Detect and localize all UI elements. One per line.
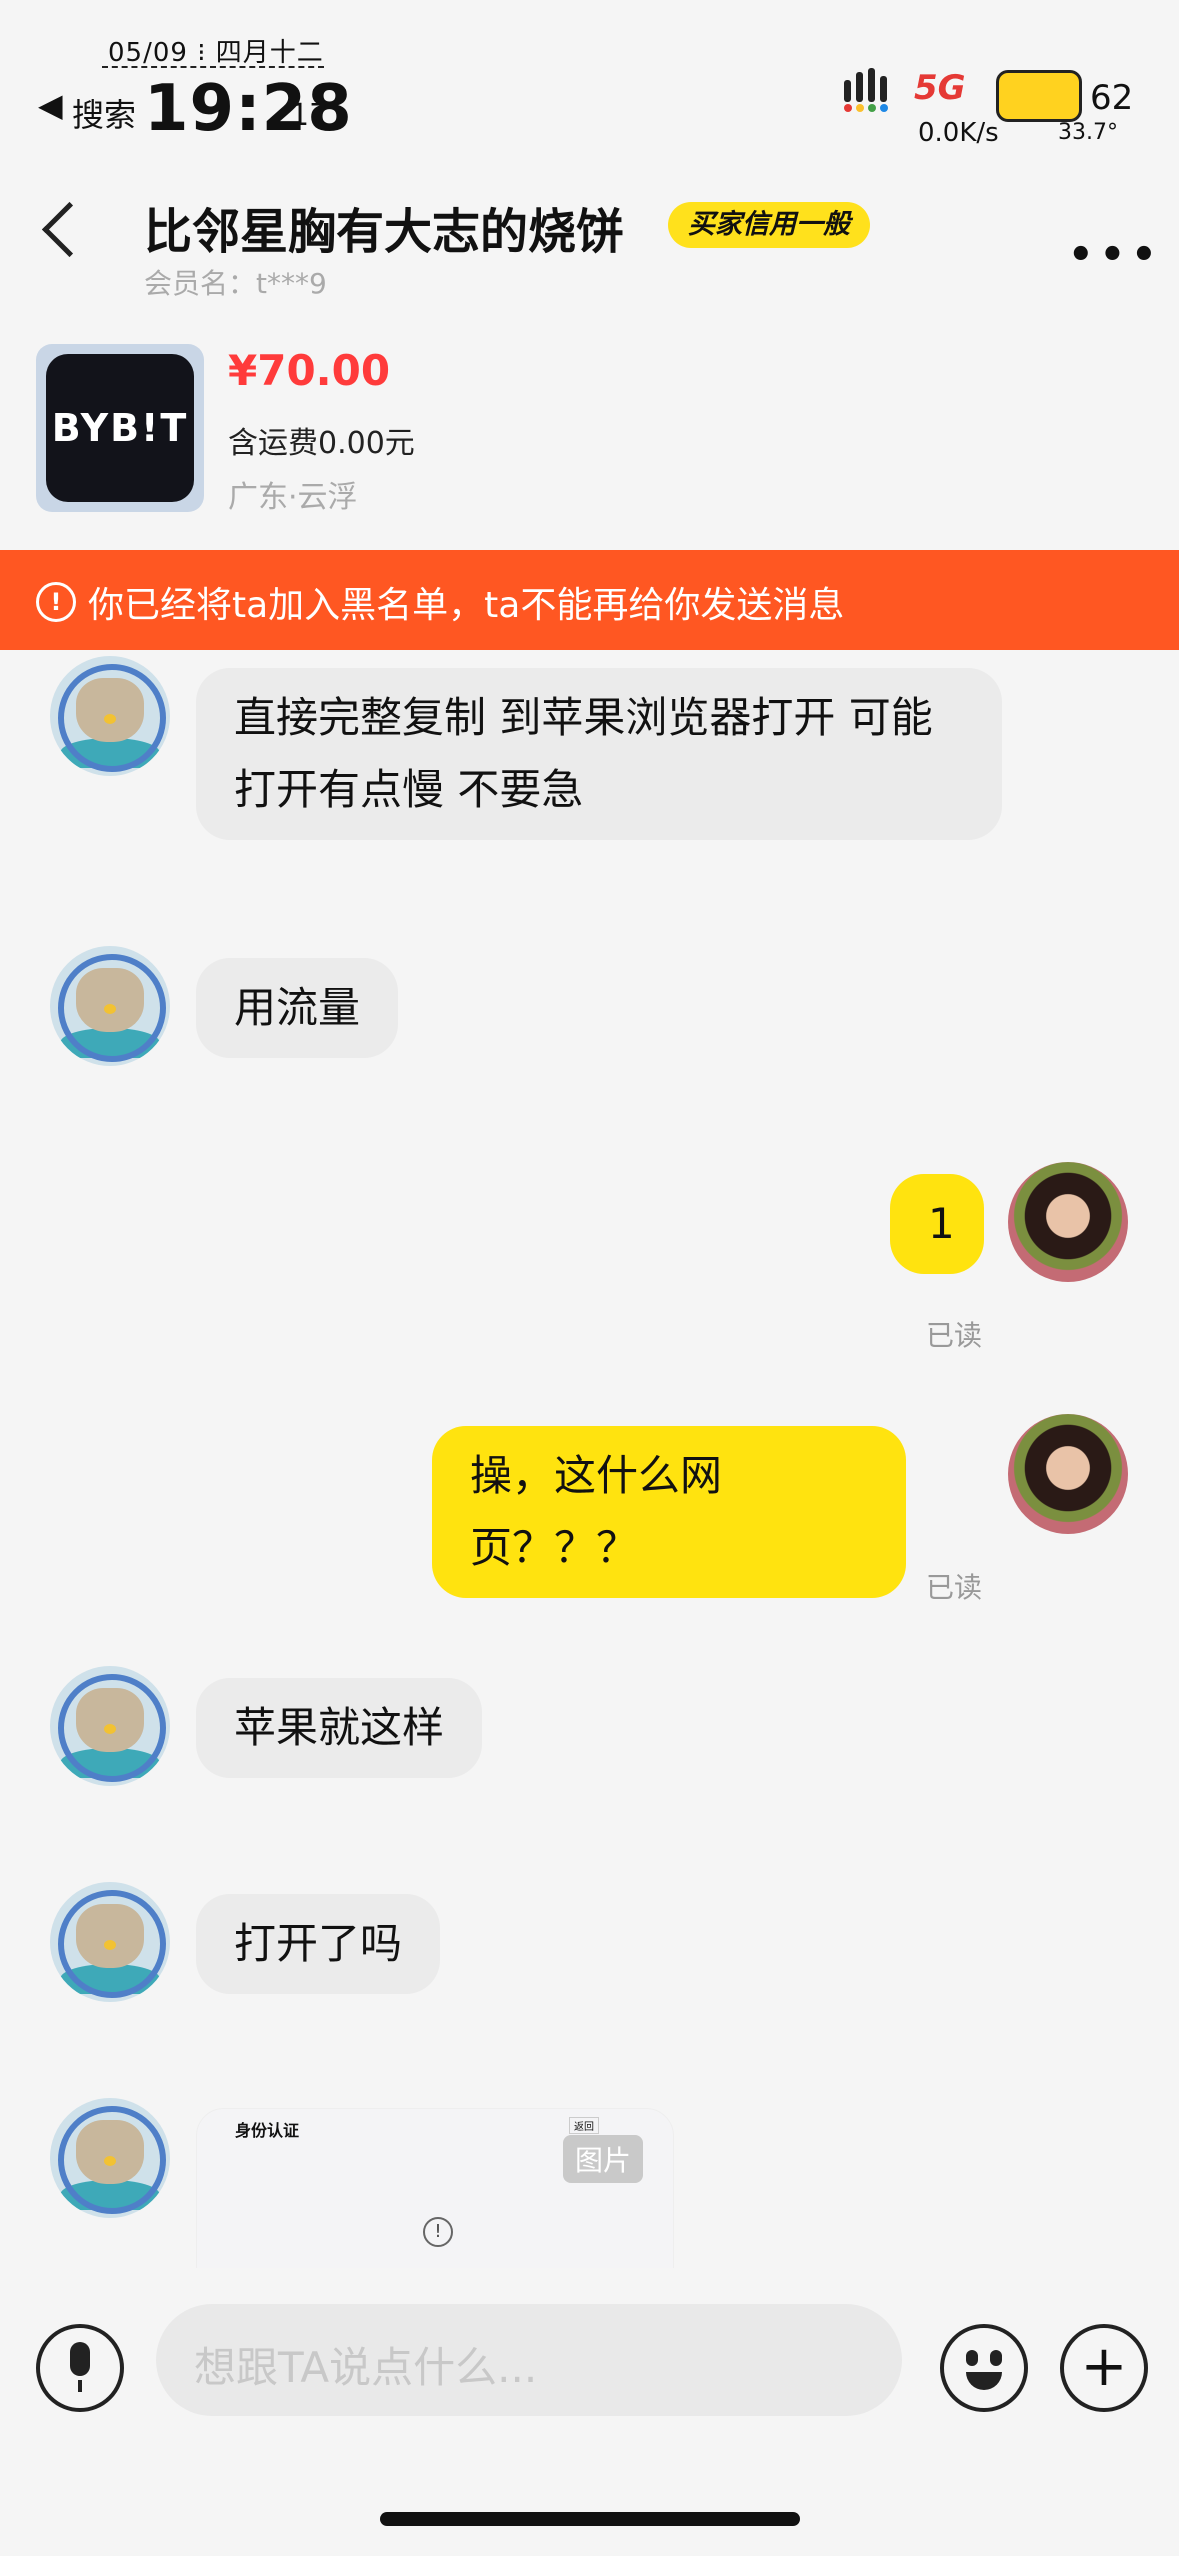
product-shipping: 含运费0.00元 [228,426,415,461]
status-date: 05/09 ⁝ 四月十二 [108,38,324,68]
product-price: ¥70.00 [228,346,391,395]
message-bubble-mine[interactable]: 1 [890,1174,984,1274]
message-bubble-mine[interactable]: 操，这什么网页？？？ [432,1426,906,1598]
seller-avatar[interactable] [50,656,170,776]
credit-badge: 买家信用一般 [668,202,870,248]
microphone-icon[interactable] [36,2324,124,2412]
signal-icon [842,66,898,112]
5g-icon: 5G [914,68,966,108]
member-name: 会员名：t***9 [144,267,327,300]
input-placeholder: 想跟TA说点什么... [194,2343,538,2392]
seller-avatar[interactable] [50,946,170,1066]
warning-icon: ! [36,582,76,622]
blacklist-banner: ! 你已经将ta加入黑名单，ta不能再给你发送消息 [0,550,1179,650]
product-location: 广东·云浮 [228,480,358,515]
image-tag: 图片 [563,2135,644,2183]
page-title: 比邻星胸有大志的烧饼 [144,204,625,260]
image-message[interactable]: 身份认证 返回 图片 ! [196,2108,674,2270]
back-to-app-label[interactable]: 搜索 [72,90,136,136]
message-bubble[interactable]: 用流量 [196,958,399,1058]
plus-icon[interactable]: + [1060,2324,1148,2412]
status-divider [102,66,324,68]
image-title: 身份认证 [235,2121,300,2140]
battery-level: 62 [1090,78,1134,118]
my-avatar[interactable] [1008,1162,1128,1282]
emoji-icon[interactable] [940,2324,1028,2412]
temperature: 33.7° [1058,120,1118,145]
product-image[interactable]: BYB!T [36,344,204,512]
image-button: 返回 [569,2117,599,2134]
more-icon[interactable]: ••• [1068,232,1163,278]
status-seconds: 17 [290,98,329,133]
seller-avatar[interactable] [50,1666,170,1786]
seller-avatar[interactable] [50,1882,170,2002]
message-bubble[interactable]: 直接完整复制 到苹果浏览器打开 可能打开有点慢 不要急 [196,668,1002,840]
read-status: 已读 [926,1319,983,1352]
product-logo: BYB!T [46,354,194,502]
home-indicator[interactable] [380,2512,800,2526]
my-avatar[interactable] [1008,1414,1128,1534]
seller-avatar[interactable] [50,2098,170,2218]
message-bubble[interactable]: 苹果就这样 [196,1678,483,1778]
warning-icon: ! [423,2217,453,2247]
message-input[interactable]: 想跟TA说点什么... [156,2304,902,2416]
network-speed: 0.0K/s [918,118,999,148]
back-arrow-icon[interactable] [41,201,98,258]
battery-icon [996,70,1082,122]
back-to-app-icon[interactable]: ◀ [38,86,63,124]
message-bubble[interactable]: 打开了吗 [196,1894,441,1994]
blacklist-text: 你已经将ta加入黑名单，ta不能再给你发送消息 [88,585,845,626]
read-status: 已读 [926,1571,983,1604]
